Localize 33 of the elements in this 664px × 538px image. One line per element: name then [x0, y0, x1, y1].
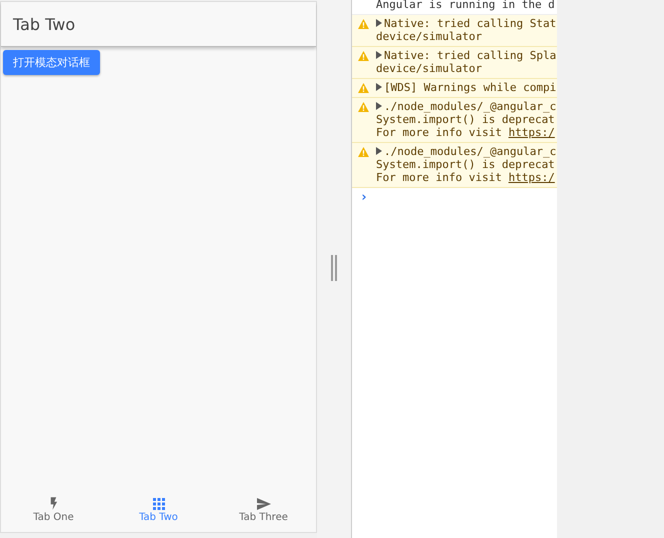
- grid-icon: [152, 498, 164, 510]
- warning-icon: [358, 102, 369, 112]
- warning-icon: [358, 19, 369, 29]
- send-icon: [256, 498, 270, 510]
- expand-triangle-icon[interactable]: [376, 83, 382, 91]
- warning-icon: [358, 83, 369, 93]
- lightning-bolt-icon: [49, 497, 58, 510]
- console-text: For more info visit: [376, 171, 503, 184]
- console-text: For more info visit: [376, 126, 503, 139]
- console-text: [WDS] Warnings while compi: [384, 81, 556, 94]
- expand-triangle-icon[interactable]: [376, 147, 382, 155]
- console-text: device/simulator: [376, 30, 482, 43]
- expand-triangle-icon[interactable]: [376, 19, 382, 27]
- console-prompt[interactable]: ›: [352, 188, 557, 207]
- expand-triangle-icon[interactable]: [376, 51, 382, 59]
- expand-triangle-icon[interactable]: [376, 102, 382, 110]
- open-dialog-button[interactable]: 打开模态对话框: [3, 50, 100, 75]
- console-text: Native: tried calling Stat: [384, 17, 556, 30]
- console-text: System.import() is deprecat: [376, 113, 555, 126]
- console-text: device/simulator: [376, 62, 482, 75]
- console-text: Native: tried calling Spla: [384, 49, 556, 62]
- tab[interactable]: Tab Three: [211, 491, 316, 529]
- page-title: Tab Two: [13, 14, 76, 34]
- console-link[interactable]: https:/: [508, 126, 555, 139]
- splitter-handle[interactable]: [331, 255, 337, 281]
- warning-icon: [358, 147, 369, 157]
- console-text: ./node_modules/_@angular_c: [384, 100, 556, 113]
- tab[interactable]: Tab Two: [106, 491, 211, 529]
- console-text: ./node_modules/_@angular_c: [384, 145, 556, 158]
- console-link[interactable]: https:/: [508, 171, 555, 184]
- warning-icon: [358, 51, 369, 61]
- tab[interactable]: Tab One: [1, 491, 106, 529]
- console-text: System.import() is deprecat: [376, 158, 555, 171]
